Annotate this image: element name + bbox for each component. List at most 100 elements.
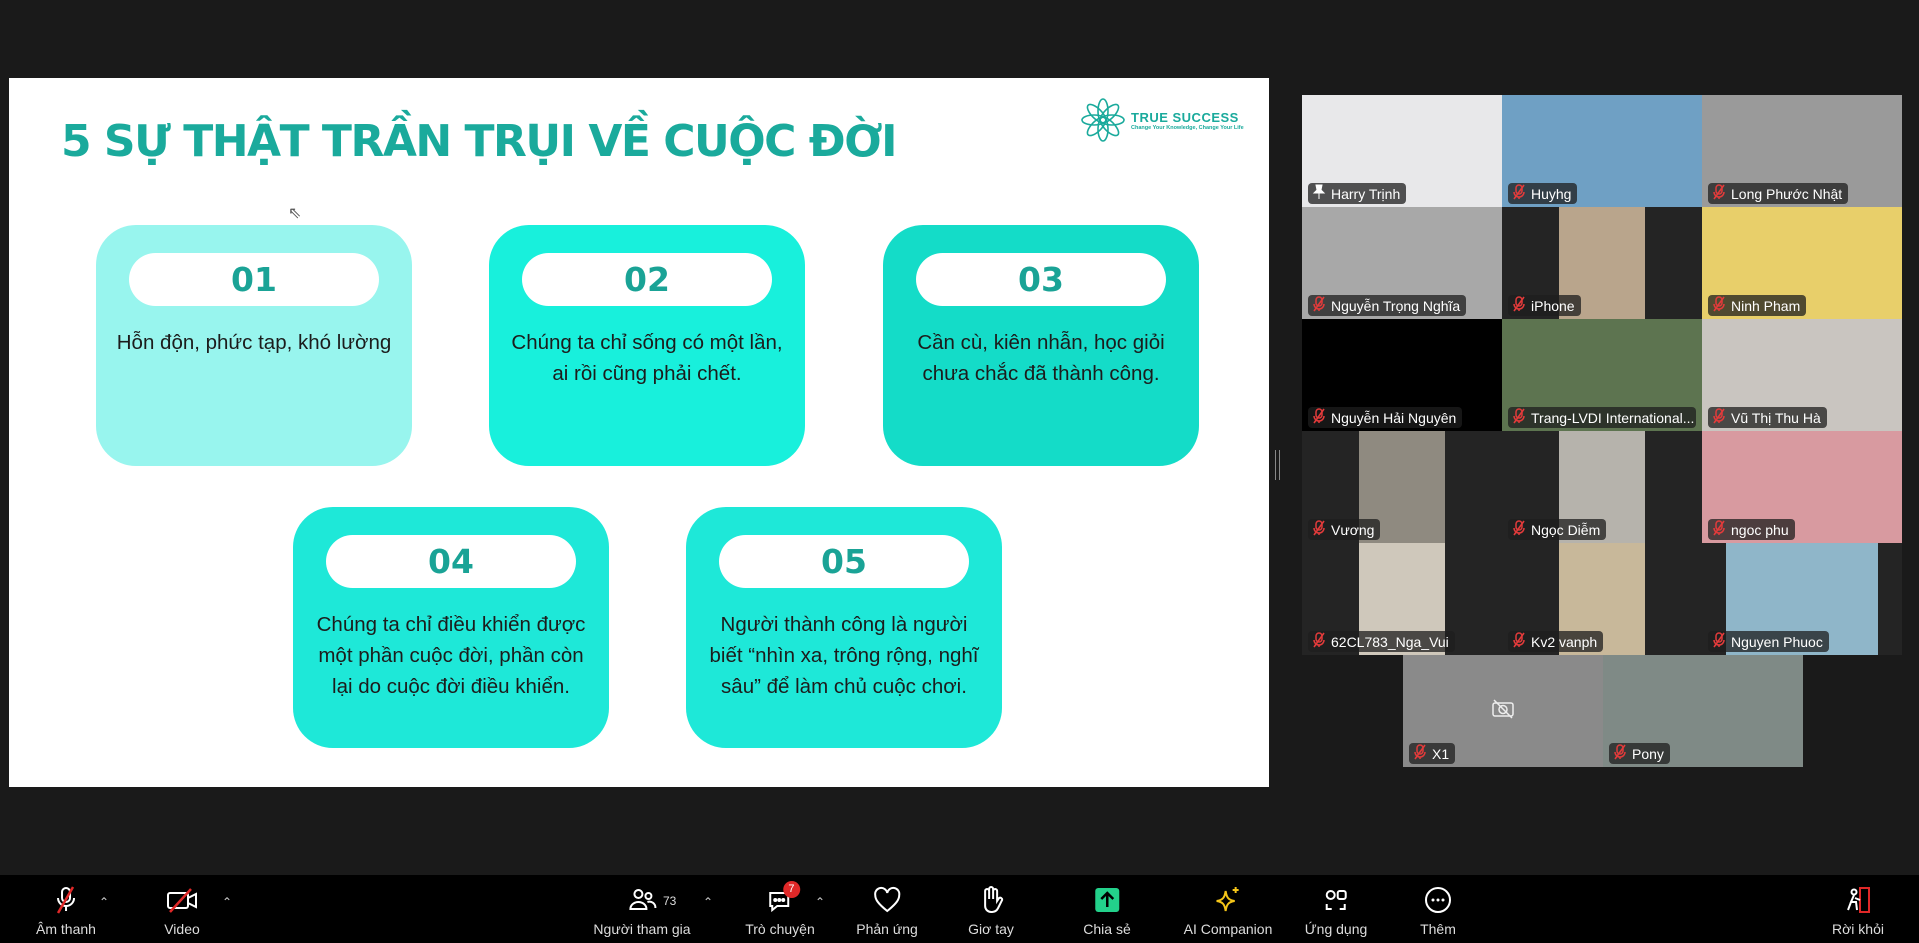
ai-companion-button[interactable]: AI Companion [1183,885,1273,937]
raise-hand-button[interactable]: Giơ tay [968,885,1014,937]
participants-options-caret[interactable]: ⌃ [703,895,713,909]
participant-tile[interactable]: Kv2 vanph [1502,543,1702,655]
audio-options-caret[interactable]: ⌃ [99,895,109,909]
chat-icon: 7 [760,881,800,915]
fact-card-3: 03 Cần cù, kiên nhẫn, học giỏi chưa chắc … [883,225,1199,466]
share-screen-icon [1087,885,1127,915]
video-button[interactable]: Video [162,885,202,937]
fact-number: 01 [129,253,379,306]
participant-name: 62CL783_Nga_Vui [1331,633,1449,650]
chat-button[interactable]: 7 Trò chuyện [745,881,815,937]
participant-name-label: ngoc phu [1708,519,1795,540]
muted-mic-icon [1512,184,1526,203]
participant-name-label: iPhone [1508,295,1581,316]
share-label: Chia sẻ [1083,921,1131,937]
participant-tile[interactable]: Vũ Thị Thu Hà [1702,319,1902,431]
fact-text: Chúng ta chỉ sống có một lần, ai rồi cũn… [511,331,783,385]
muted-mic-icon [1613,744,1627,763]
participant-tile[interactable]: Nguyễn Trọng Nghĩa [1302,207,1502,319]
participant-tile[interactable]: Huyhg [1502,95,1702,207]
mouse-pointer-icon: ⇖ [288,205,302,222]
participant-tile[interactable]: Vương [1302,431,1502,543]
participant-name: Pony [1632,745,1664,762]
participant-tile[interactable]: Nguyen Phuoc [1702,543,1902,655]
participant-tile[interactable]: ngoc phu [1702,431,1902,543]
chat-options-caret[interactable]: ⌃ [815,895,825,909]
participants-button[interactable]: Người tham gia [593,885,691,937]
participant-tile[interactable]: Long Phước Nhật [1702,95,1902,207]
participant-name-label: Vương [1308,519,1381,540]
participant-name-label: Kv2 vanph [1508,631,1604,652]
fact-card-2: 02 Chúng ta chỉ sống có một lần, ai rồi c… [489,225,805,466]
meeting-stage: 5 SỰ THẬT TRẦN TRỤI VỀ CUỘC ĐỜI TRUE SUC… [0,0,1919,875]
apps-button[interactable]: Ứng dụng [1304,885,1368,937]
muted-mic-icon [1512,408,1526,427]
participant-tile[interactable]: Pony [1603,655,1803,767]
participants-label: Người tham gia [593,921,691,937]
participant-name: X1 [1432,745,1450,762]
muted-mic-icon [1512,632,1526,651]
participant-gallery: Harry Trịnh Huyhg Long Phước Nhật Nguyễn Tr… [1302,95,1902,771]
leave-button[interactable]: Rời khỏi [1832,885,1884,937]
muted-mic-icon [1312,408,1326,427]
participant-tile[interactable]: Ninh Pham [1702,207,1902,319]
participant-name: Vương [1331,521,1375,538]
participant-name-label: Pony [1609,743,1670,764]
participant-tile[interactable]: Nguyễn Hải Nguyên [1302,319,1502,431]
panel-resize-handle[interactable] [1275,450,1280,480]
participant-tile[interactable]: iPhone [1502,207,1702,319]
flower-logo-icon [1081,98,1125,142]
participant-name: Long Phước Nhật [1731,185,1843,202]
muted-mic-icon [1712,520,1726,539]
participant-name: Vũ Thị Thu Hà [1731,409,1821,426]
participant-name: Kv2 vanph [1531,633,1598,650]
more-dots-icon [1418,885,1458,915]
muted-mic-icon [1712,632,1726,651]
participants-count: 73 [663,894,677,908]
fact-card-4: 04 Chúng ta chỉ điều khiển được một phần … [293,507,609,748]
share-screen-button[interactable]: Chia sẻ [1083,885,1131,937]
participant-name-label: Vũ Thị Thu Hà [1708,407,1827,428]
chat-unread-badge: 7 [782,881,800,898]
audio-label: Âm thanh [36,921,96,937]
logo-brand: TRUE SUCCESS [1131,109,1239,125]
participants-icon [622,885,662,915]
apps-label: Ứng dụng [1304,921,1368,937]
participant-name: Nguyễn Trọng Nghĩa [1331,297,1461,314]
fact-text: Hỗn độn, phức tạp, khó lường [116,331,392,354]
participant-name: Nguyễn Hải Nguyên [1331,409,1457,426]
participant-tile[interactable]: 62CL783_Nga_Vui [1302,543,1502,655]
camera-off-icon [1491,699,1515,724]
reactions-button[interactable]: Phản ứng [856,885,918,937]
video-options-caret[interactable]: ⌃ [222,895,232,909]
heart-icon [867,885,907,915]
video-label: Video [164,921,200,937]
muted-mic-icon [1512,296,1526,315]
participant-name-label: Nguyễn Trọng Nghĩa [1308,295,1467,316]
participant-tile[interactable]: Harry Trịnh [1302,95,1502,207]
ai-companion-label: AI Companion [1183,921,1273,937]
more-label: Thêm [1420,921,1456,937]
participant-name: Nguyen Phuoc [1731,633,1823,650]
hand-icon [971,885,1011,915]
participant-name-label: Long Phước Nhật [1708,183,1849,204]
participant-tile[interactable]: X1 [1403,655,1603,767]
participant-tile[interactable]: Ngọc Diễm [1502,431,1702,543]
participant-name: ngoc phu [1731,521,1789,538]
participant-name: Ngọc Diễm [1531,521,1601,538]
chat-label: Trò chuyện [745,921,815,937]
fact-number: 05 [719,535,969,588]
muted-mic-icon [1712,184,1726,203]
fact-text: Cần cù, kiên nhẫn, học giỏi chưa chắc đã… [917,331,1165,385]
shared-slide: 5 SỰ THẬT TRẦN TRỤI VỀ CUỘC ĐỜI TRUE SUC… [9,78,1269,787]
audio-button[interactable]: Âm thanh [36,885,96,937]
participant-name-label: 62CL783_Nga_Vui [1308,631,1455,652]
slide-title: 5 SỰ THẬT TRẦN TRỤI VỀ CUỘC ĐỜI [61,116,897,167]
participant-tile[interactable]: Trang-LVDI International... [1502,319,1702,431]
more-button[interactable]: Thêm [1418,885,1458,937]
participant-name-label: Harry Trịnh [1308,183,1407,204]
leave-label: Rời khỏi [1832,921,1884,937]
leave-door-icon [1838,885,1878,915]
muted-mic-icon [1312,632,1326,651]
participant-name-label: Nguyen Phuoc [1708,631,1829,652]
